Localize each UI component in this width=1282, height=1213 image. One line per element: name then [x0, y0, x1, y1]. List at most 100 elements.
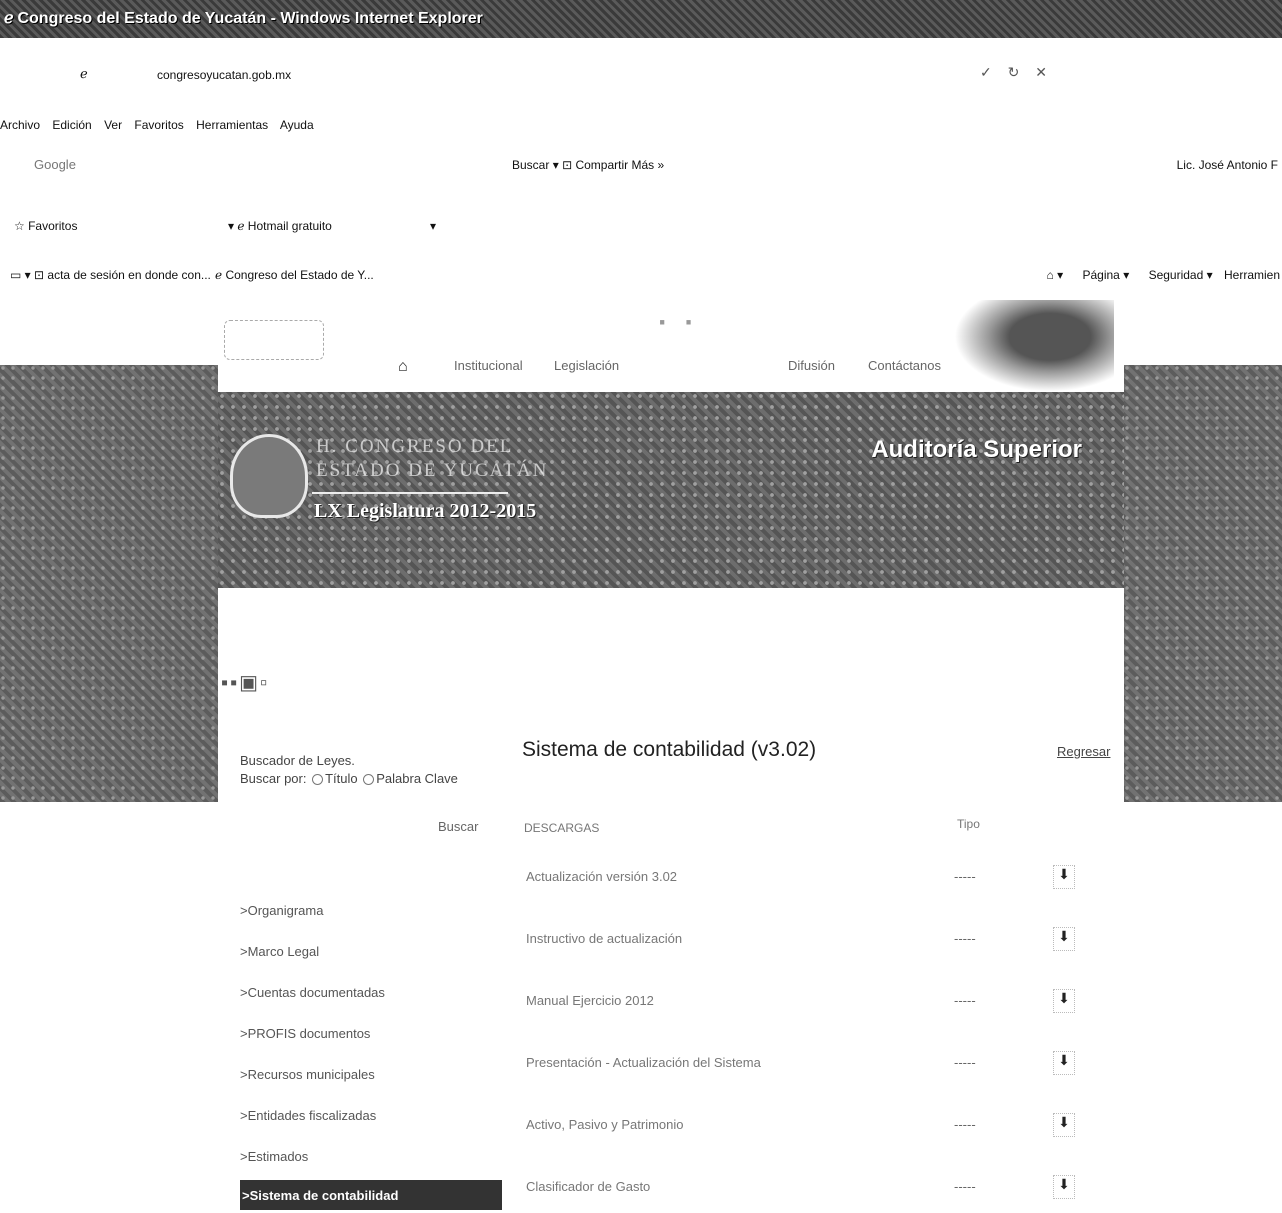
- banner-divider: [312, 492, 508, 494]
- radio-titulo-label: Título: [325, 771, 358, 786]
- sidebar-item-profis[interactable]: >PROFIS documentos: [240, 1016, 502, 1057]
- share-icon: ⊡: [562, 158, 573, 172]
- header-descargas: DESCARGAS: [524, 821, 600, 835]
- download-icon[interactable]: ⬇: [1053, 1175, 1075, 1199]
- row-type: -----: [954, 1117, 976, 1132]
- search-button[interactable]: Buscar: [438, 819, 478, 834]
- compartir-button[interactable]: Compartir: [575, 158, 628, 172]
- social-icons[interactable]: ▪▪▣▫: [221, 670, 269, 695]
- herramientas-menu[interactable]: Herramien: [1224, 268, 1280, 282]
- row-type: -----: [954, 993, 976, 1008]
- menu-bar: Archivo Edición Ver Favoritos Herramient…: [0, 118, 323, 132]
- page-icon: ℯ: [80, 66, 88, 81]
- url-field[interactable]: congresoyucatan.gob.mx: [157, 68, 291, 82]
- sidebar-item-estimados[interactable]: >Estimados: [240, 1139, 502, 1180]
- row-description: Activo, Pasivo y Patrimonio: [526, 1117, 684, 1132]
- radio-titulo[interactable]: [312, 774, 324, 786]
- download-icon[interactable]: ⬇: [1053, 1113, 1075, 1137]
- download-icon[interactable]: ⬇: [1053, 1051, 1075, 1075]
- left-sidebar: Buscador de Leyes. Buscar por: Título Pa…: [240, 753, 502, 1210]
- favbar-dropdown-icon[interactable]: ▾: [430, 219, 436, 233]
- org-name-line2: ESTADO DE YUCATÁN: [316, 460, 549, 481]
- sidebar-item-sistema-contabilidad[interactable]: >Sistema de contabilidad: [240, 1180, 502, 1210]
- menu-ayuda[interactable]: Ayuda: [280, 118, 314, 132]
- buscar-button[interactable]: Buscar: [512, 158, 549, 172]
- window-title: Congreso del Estado de Yucatán - Windows…: [17, 10, 483, 27]
- row-type: -----: [954, 931, 976, 946]
- pagina-label: Página: [1082, 268, 1120, 282]
- ie-icon: ℯ: [4, 10, 14, 27]
- search-label: Buscador de Leyes.: [240, 753, 355, 768]
- google-actions: Buscar ▾ ⊡ Compartir Más »: [512, 158, 665, 172]
- menu-edicion[interactable]: Edición: [52, 118, 91, 132]
- back-link[interactable]: Regresar: [1057, 744, 1110, 759]
- row-description: Clasificador de Gasto: [526, 1179, 651, 1194]
- legislatura-label: LX Legislatura 2012-2015: [314, 500, 537, 522]
- nav-institucional[interactable]: Institucional: [454, 358, 523, 373]
- row-description: Presentación - Actualización del Sistema: [526, 1055, 761, 1070]
- org-name-line1: H. CONGRESO DEL: [316, 436, 514, 457]
- address-bar[interactable]: ℯ congresoyucatan.gob.mx ✓ ↻ ✕: [0, 60, 1282, 90]
- site-banner: H. CONGRESO DEL ESTADO DE YUCATÁN LX Leg…: [218, 392, 1124, 588]
- download-icon[interactable]: ⬇: [1053, 927, 1075, 951]
- sidebar-item-entidades[interactable]: >Entidades fiscalizadas: [240, 1098, 502, 1139]
- table-row: Manual Ejercicio 2012 ----- ⬇: [522, 969, 1082, 1031]
- download-icon[interactable]: ⬇: [1053, 989, 1075, 1013]
- nav-contactanos[interactable]: Contáctanos: [868, 358, 941, 373]
- home-icon[interactable]: ⌂ ▾: [1047, 268, 1064, 282]
- menu-herramientas[interactable]: Herramientas: [196, 118, 268, 132]
- hotmail-label: Hotmail gratuito: [247, 219, 332, 233]
- nav-difusion[interactable]: Difusión: [788, 358, 835, 373]
- tab-acta-label: acta de sesión en donde con...: [47, 268, 211, 282]
- header-tipo: Tipo: [957, 817, 980, 831]
- site-logo[interactable]: [224, 320, 324, 360]
- window-titlebar: ℯ Congreso del Estado de Yucatán - Window…: [0, 0, 1282, 38]
- site-topnav: · · ⌂ Institucional Legislación Difusión…: [218, 300, 1124, 392]
- table-row: Presentación - Actualización del Sistema…: [522, 1031, 1082, 1093]
- radio-palabra-label: Palabra Clave: [376, 771, 458, 786]
- table-header: DESCARGAS Tipo: [522, 815, 1082, 845]
- menu-archivo[interactable]: Archivo: [0, 118, 40, 132]
- tab-congreso-label: Congreso del Estado de Y...: [225, 268, 374, 282]
- table-row: Clasificador de Gasto ----- ⬇: [522, 1155, 1082, 1213]
- command-bar: ⌂ ▾ Página ▾ Seguridad ▾ Herramien: [1039, 268, 1280, 282]
- sidebar-item-marco-legal[interactable]: >Marco Legal: [240, 934, 502, 975]
- row-type: -----: [954, 1179, 976, 1194]
- site-header-graphic: · ·: [658, 306, 699, 339]
- pagina-menu[interactable]: Página ▾: [1074, 268, 1129, 282]
- tab-acta[interactable]: ▭ ▾ ⊡ acta de sesión en donde con...: [10, 268, 211, 282]
- user-account[interactable]: Lic. José Antonio F: [1177, 158, 1278, 172]
- table-row: Instructivo de actualización ----- ⬇: [522, 907, 1082, 969]
- row-type: -----: [954, 1055, 976, 1070]
- mas-button[interactable]: Más »: [632, 158, 665, 172]
- google-toolbar: Google Buscar ▾ ⊡ Compartir Más » Lic. J…: [0, 150, 1282, 180]
- favoritos-button[interactable]: ☆ Favoritos: [14, 219, 77, 233]
- refresh-stop-icons[interactable]: ✓ ↻ ✕: [980, 64, 1053, 81]
- menu-favoritos[interactable]: Favoritos: [134, 118, 183, 132]
- table-row: Activo, Pasivo y Patrimonio ----- ⬇: [522, 1093, 1082, 1155]
- sidebar-item-cuentas[interactable]: >Cuentas documentadas: [240, 975, 502, 1016]
- sidebar-menu: >Organigrama >Marco Legal >Cuentas docum…: [240, 893, 502, 1210]
- downloads-table: DESCARGAS Tipo Actualización versión 3.0…: [522, 815, 1082, 1213]
- section-title: Auditoría Superior: [871, 436, 1082, 463]
- page-title: Sistema de contabilidad (v3.02): [522, 738, 817, 761]
- nav-legislacion[interactable]: Legislación: [554, 358, 619, 373]
- tab-congreso[interactable]: ℯ Congreso del Estado de Y...: [215, 268, 374, 282]
- radio-palabra-clave[interactable]: [363, 774, 375, 786]
- hotmail-link[interactable]: ▾ ℯ Hotmail gratuito: [228, 219, 332, 233]
- sidebar-item-recursos[interactable]: >Recursos municipales: [240, 1057, 502, 1098]
- favoritos-label: Favoritos: [28, 219, 78, 233]
- google-logo: Google: [34, 157, 76, 172]
- congress-seal: [230, 434, 308, 518]
- seguridad-menu[interactable]: Seguridad ▾: [1141, 268, 1213, 282]
- search-by-label: Buscar por:: [240, 771, 307, 786]
- sidebar-item-organigrama[interactable]: >Organigrama: [240, 893, 502, 934]
- tab-bar: ▭ ▾ ⊡ acta de sesión en donde con... ℯ C…: [0, 262, 1282, 288]
- row-type: -----: [954, 869, 976, 884]
- row-description: Manual Ejercicio 2012: [526, 993, 654, 1008]
- home-nav-icon[interactable]: ⌂: [398, 358, 408, 376]
- menu-ver[interactable]: Ver: [104, 118, 122, 132]
- download-icon[interactable]: ⬇: [1053, 865, 1075, 889]
- header-statue-image: [954, 300, 1114, 392]
- row-description: Instructivo de actualización: [526, 931, 683, 946]
